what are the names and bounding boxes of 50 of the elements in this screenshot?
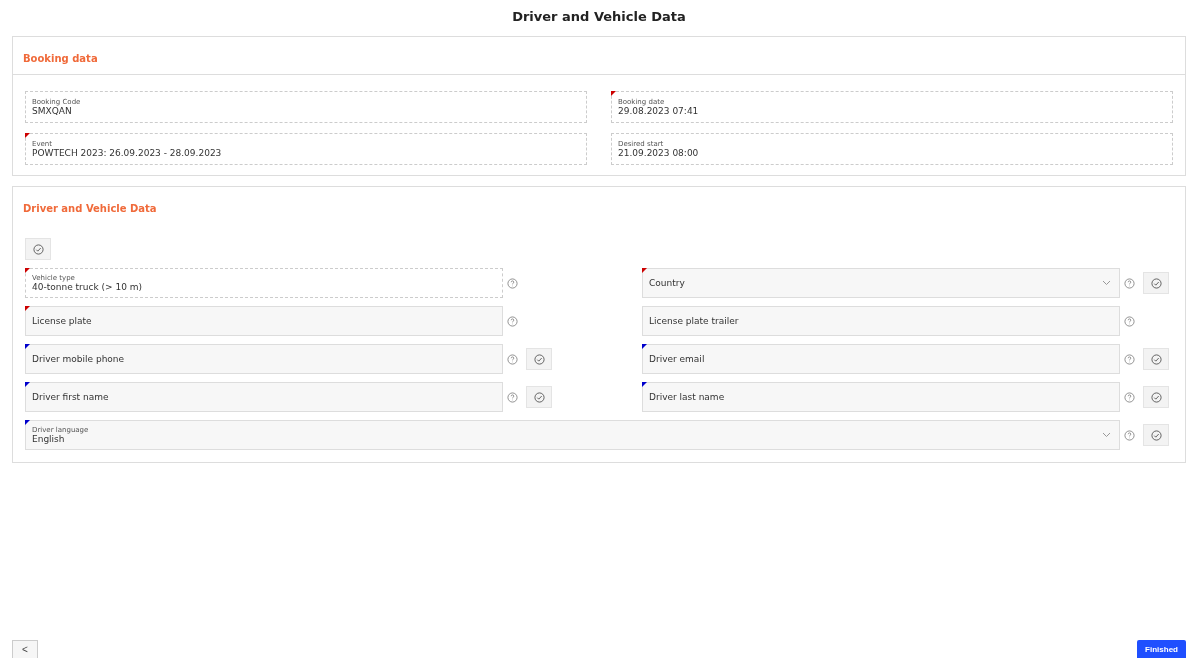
check-circle-icon: [32, 243, 44, 255]
field-value: 29.08.2023 07:41: [618, 106, 699, 116]
field-value: 21.09.2023 08:00: [618, 148, 699, 158]
verify-button[interactable]: [1143, 272, 1169, 294]
input-field[interactable]: Driver email: [642, 344, 1120, 374]
field-value: 40-tonne truck (> 10 m): [32, 282, 142, 292]
chevron-down-icon: [1102, 280, 1111, 286]
check-circle-icon: [533, 353, 545, 365]
help-icon[interactable]: [1124, 429, 1135, 441]
page-title: Driver and Vehicle Data: [511, 9, 687, 24]
check-circle-icon: [533, 391, 545, 403]
section-heading: Booking data: [23, 53, 98, 64]
input-field[interactable]: Driver mobile phone: [25, 344, 503, 374]
field-value: English: [32, 434, 65, 444]
field-placeholder: Driver email: [649, 354, 705, 364]
input-field[interactable]: Driver last name: [642, 382, 1120, 412]
help-icon[interactable]: [507, 391, 518, 403]
field-placeholder: Country: [649, 278, 685, 288]
input-field[interactable]: License plate: [25, 306, 503, 336]
check-circle-icon: [1150, 353, 1162, 365]
input-field[interactable]: License plate trailer: [642, 306, 1120, 336]
check-circle-icon: [1150, 391, 1162, 403]
field-value: SMXQAN: [32, 106, 72, 116]
field-placeholder: License plate: [32, 316, 92, 326]
field-placeholder: Driver first name: [32, 392, 109, 402]
dropdown-field[interactable]: Country: [642, 268, 1120, 298]
help-icon[interactable]: [1124, 391, 1135, 403]
verify-button[interactable]: [1143, 386, 1169, 408]
help-icon[interactable]: [507, 315, 518, 327]
field-placeholder: Driver last name: [649, 392, 725, 402]
help-icon[interactable]: [507, 353, 518, 365]
finish-button[interactable]: Finished: [1137, 640, 1186, 658]
back-button[interactable]: <: [12, 640, 38, 658]
verify-button[interactable]: [1143, 424, 1169, 446]
chevron-down-icon: [1102, 432, 1111, 438]
verify-button[interactable]: [25, 238, 51, 260]
verify-button[interactable]: [526, 348, 552, 370]
check-circle-icon: [1150, 277, 1162, 289]
verify-button[interactable]: [526, 386, 552, 408]
help-icon[interactable]: [1124, 353, 1135, 365]
check-circle-icon: [1150, 429, 1162, 441]
help-icon[interactable]: [1124, 315, 1135, 327]
field-value: POWTECH 2023: 26.09.2023 - 28.09.2023: [32, 148, 222, 158]
field-placeholder: License plate trailer: [649, 316, 739, 326]
section-heading: Driver and Vehicle Data: [23, 203, 157, 214]
field-placeholder: Driver mobile phone: [32, 354, 125, 364]
help-icon[interactable]: [1124, 277, 1135, 289]
input-field[interactable]: Driver first name: [25, 382, 503, 412]
verify-button[interactable]: [1143, 348, 1169, 370]
help-icon[interactable]: [507, 277, 518, 289]
